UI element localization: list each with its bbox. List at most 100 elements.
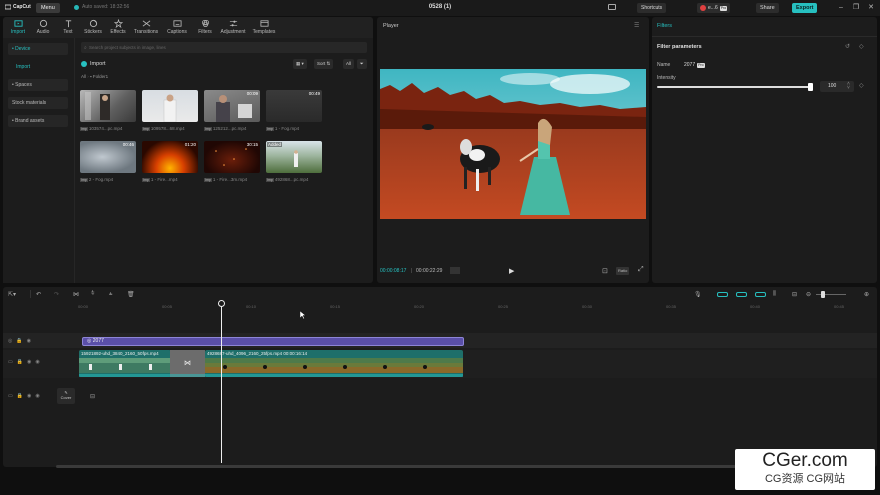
- tab-adjustment[interactable]: Adjustment: [218, 17, 248, 37]
- visibility-icon[interactable]: ◉: [27, 393, 31, 399]
- nav-brand-assets[interactable]: • Brand assets: [8, 115, 68, 127]
- main-track-magnet-icon[interactable]: [717, 292, 728, 297]
- nav-import[interactable]: Import: [8, 61, 68, 73]
- tab-audio[interactable]: Audio: [31, 17, 55, 37]
- all-filter-button[interactable]: All: [343, 59, 355, 69]
- timeline-scrollbar[interactable]: [56, 465, 736, 468]
- auto-snap-icon[interactable]: [736, 292, 747, 297]
- caption-icon[interactable]: ⊟: [792, 291, 797, 298]
- breadcrumb-folder[interactable]: Folder1: [93, 74, 108, 79]
- cover-button[interactable]: ✎ Cover: [57, 388, 75, 404]
- ruler-tick-label: 00:00: [78, 304, 89, 309]
- playhead-handle[interactable]: [218, 300, 225, 307]
- video-clip[interactable]: 4928687-uhd_4096_2160_25fps.mp4 00:00:16…: [205, 350, 463, 377]
- share-button[interactable]: Share: [756, 3, 779, 13]
- media-duration: 00:09: [246, 91, 258, 96]
- tab-label: Text: [63, 29, 73, 35]
- breadcrumb-root[interactable]: All: [81, 74, 86, 79]
- preview-axis-icon[interactable]: ⫼: [773, 291, 776, 298]
- close-icon[interactable]: ✕: [866, 3, 876, 13]
- timeline-ruler[interactable]: 00:00 00:05 00:10 00:15 00:20 00:25 00:3…: [78, 301, 877, 311]
- timeline-chart-icon[interactable]: [450, 267, 460, 274]
- split-icon[interactable]: ⋈: [73, 291, 79, 298]
- audio-mute-icon[interactable]: ◉: [35, 393, 39, 399]
- lock-icon[interactable]: 🔒: [17, 359, 23, 365]
- shortcuts-button[interactable]: Shortcuts: [637, 3, 667, 13]
- lock-icon[interactable]: 🔒: [16, 338, 22, 344]
- effects-icon: [113, 19, 123, 28]
- export-button[interactable]: Export: [792, 3, 818, 13]
- view-toggle-button[interactable]: ▦ ▾: [293, 59, 307, 69]
- lock-icon[interactable]: 🔒: [17, 393, 23, 399]
- user-account-button[interactable]: e...6 Pro: [697, 3, 731, 13]
- minimize-icon[interactable]: –: [836, 3, 846, 13]
- intensity-stepper[interactable]: ˄ ˅: [847, 82, 850, 91]
- media-duration: 00:49: [308, 91, 320, 96]
- linkage-icon[interactable]: [755, 292, 766, 297]
- intensity-keyframe-icon[interactable]: ◇: [859, 82, 864, 89]
- zoom-fit-icon[interactable]: ⊕: [864, 291, 869, 298]
- tab-captions[interactable]: Captions: [162, 17, 192, 37]
- intensity-slider[interactable]: [657, 86, 812, 88]
- media-thumbnail[interactable]: 01:20: [142, 141, 198, 173]
- ruler-tick-label: 00:35: [666, 304, 677, 309]
- visibility-icon[interactable]: ◉: [27, 359, 31, 365]
- fullscreen-icon[interactable]: ⤢: [638, 266, 644, 274]
- media-thumbnail[interactable]: 00:09: [204, 90, 260, 122]
- clip-label: 4928687-uhd_4096_2160_25fps.mp4 00:00:16…: [207, 351, 308, 356]
- filter-clip-label: 2077: [92, 338, 104, 344]
- tab-import[interactable]: Import: [6, 17, 30, 37]
- keyframe-icon[interactable]: ◇: [859, 43, 864, 50]
- crop-icon[interactable]: ⊡: [602, 267, 608, 275]
- zoom-out-icon[interactable]: ⊖: [806, 291, 811, 298]
- visibility-icon[interactable]: ◉: [27, 338, 31, 344]
- audio-mute-icon[interactable]: ◉: [35, 359, 39, 365]
- redo-icon[interactable]: ↷: [54, 291, 59, 298]
- tab-label: Audio: [36, 29, 50, 35]
- split-left-icon[interactable]: ⫩: [91, 291, 94, 298]
- cover-label: Cover: [60, 395, 72, 400]
- tab-templates[interactable]: Templates: [249, 17, 279, 37]
- media-search-input[interactable]: Search project subjects in image, lines: [81, 42, 367, 53]
- menu-button[interactable]: Menu: [36, 3, 60, 13]
- video-preview[interactable]: [380, 69, 646, 219]
- media-thumbnail[interactable]: 30:15: [204, 141, 260, 173]
- zoom-slider-handle[interactable]: [821, 291, 825, 298]
- tab-transitions[interactable]: Transitions: [131, 17, 161, 37]
- tab-effects[interactable]: Effects: [106, 17, 130, 37]
- media-thumbnail[interactable]: 00:49: [266, 90, 322, 122]
- delete-icon[interactable]: 🗑: [127, 291, 135, 298]
- sort-button[interactable]: Sort ⇅: [314, 59, 334, 69]
- ratio-button[interactable]: Ratio: [616, 267, 630, 275]
- import-button[interactable]: Import: [81, 59, 106, 69]
- layout-icon[interactable]: [608, 4, 616, 10]
- filter-clip[interactable]: ◎ 2077: [82, 337, 464, 346]
- tab-text[interactable]: Text: [56, 17, 80, 37]
- tab-filters[interactable]: Filters: [193, 17, 217, 37]
- playhead[interactable]: [221, 301, 222, 463]
- media-thumbnail[interactable]: [80, 90, 136, 122]
- media-thumbnail[interactable]: [142, 90, 198, 122]
- filter-funnel-icon[interactable]: ⏷: [357, 59, 367, 69]
- text-icon: [65, 20, 71, 28]
- intensity-slider-handle[interactable]: [808, 83, 813, 91]
- nav-stock-materials[interactable]: Stock materials: [8, 97, 68, 109]
- play-icon[interactable]: ▶: [509, 267, 514, 275]
- tab-stickers[interactable]: Stickers: [81, 17, 105, 37]
- nav-spaces[interactable]: • Spaces: [8, 79, 68, 91]
- split-right-icon[interactable]: ⫨: [109, 291, 112, 298]
- player-menu-icon[interactable]: ☰: [634, 22, 639, 29]
- media-thumbnail[interactable]: Added: [266, 141, 322, 173]
- media-thumbnail[interactable]: 00:46: [80, 141, 136, 173]
- transition-clip[interactable]: ⋈: [170, 350, 205, 377]
- microphone-icon[interactable]: 🎙: [694, 291, 702, 298]
- maximize-icon[interactable]: ❐: [851, 3, 861, 13]
- video-clip[interactable]: 15921892-uhd_3840_2160_50fps.mp4: [79, 350, 171, 377]
- adjustment-icon: [229, 20, 237, 27]
- nav-device[interactable]: • Device: [8, 43, 68, 55]
- reset-icon[interactable]: ↺: [845, 43, 850, 50]
- added-badge: Added: [267, 142, 283, 147]
- breadcrumb: All › ▪ Folder1: [81, 74, 109, 79]
- select-tool-icon[interactable]: ⇱▾: [8, 291, 16, 298]
- undo-icon[interactable]: ↶: [36, 291, 41, 298]
